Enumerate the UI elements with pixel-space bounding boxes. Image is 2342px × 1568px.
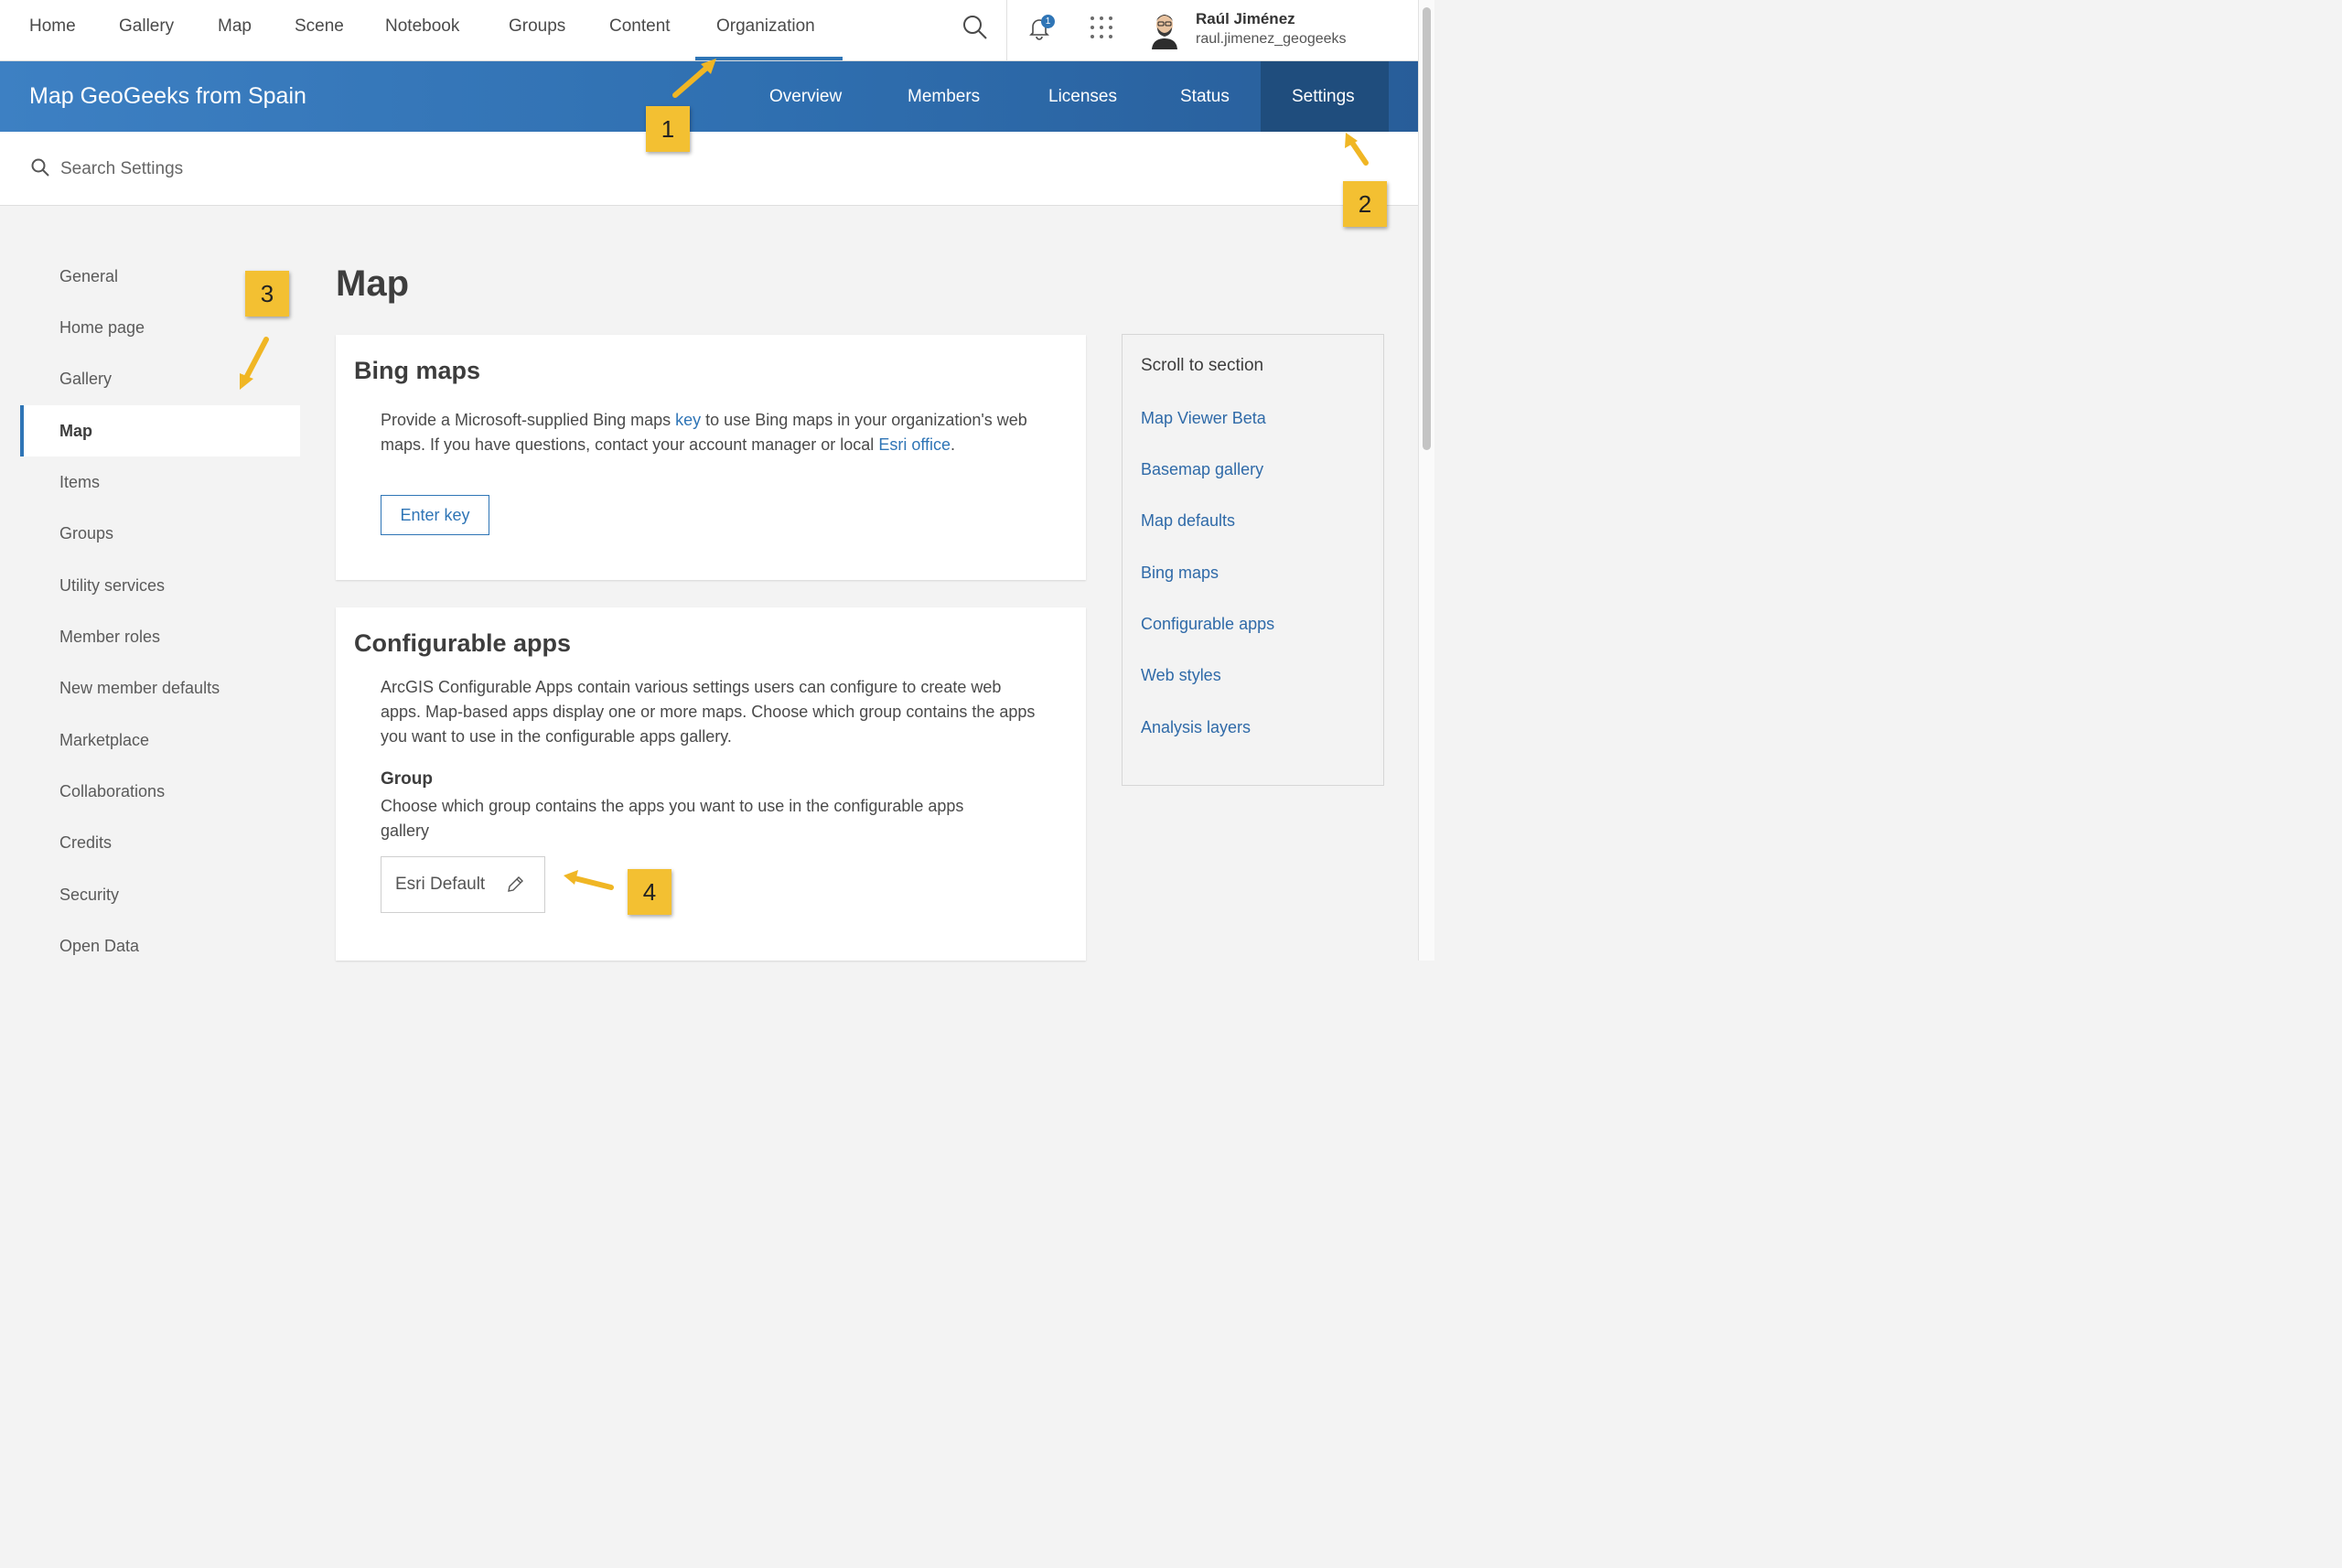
- sidebar-item-member-roles[interactable]: Member roles: [59, 628, 160, 647]
- nav-home[interactable]: Home: [29, 16, 76, 37]
- scroll-to-section-panel: Scroll to section Map Viewer Beta Basema…: [1122, 334, 1384, 786]
- annotation-badge-3: 3: [245, 271, 289, 317]
- sidebar-item-utility-services[interactable]: Utility services: [59, 576, 165, 596]
- configurable-apps-title: Configurable apps: [354, 629, 572, 657]
- bing-maps-card: Bing maps Provide a Microsoft-supplied B…: [336, 335, 1086, 580]
- tab-licenses[interactable]: Licenses: [1048, 87, 1117, 107]
- pencil-icon[interactable]: [505, 875, 525, 895]
- nav-content[interactable]: Content: [609, 16, 671, 37]
- nav-groups[interactable]: Groups: [509, 16, 565, 37]
- sidebar-item-credits[interactable]: Credits: [59, 833, 112, 853]
- sidebar-item-collaborations[interactable]: Collaborations: [59, 782, 165, 801]
- sidebar-item-gallery[interactable]: Gallery: [59, 370, 112, 389]
- sidebar-item-new-member-defaults[interactable]: New member defaults: [59, 679, 220, 698]
- sidebar-item-marketplace[interactable]: Marketplace: [59, 731, 149, 750]
- sidebar-item-security[interactable]: Security: [59, 886, 119, 905]
- nav-gallery[interactable]: Gallery: [119, 16, 174, 37]
- group-label: Group: [381, 769, 433, 789]
- bing-maps-title: Bing maps: [354, 357, 481, 384]
- group-value: Esri Default: [395, 875, 486, 894]
- organization-header: Map GeoGeeks from Spain Overview Members…: [0, 61, 1418, 132]
- avatar[interactable]: [1147, 11, 1182, 49]
- tab-overview[interactable]: Overview: [769, 87, 842, 107]
- search-settings-icon: [31, 158, 49, 177]
- page-scrollbar[interactable]: [1418, 0, 1434, 961]
- enter-key-button[interactable]: Enter key: [381, 495, 489, 535]
- tab-settings[interactable]: Settings: [1292, 87, 1355, 107]
- bing-key-link[interactable]: key: [675, 411, 701, 429]
- bing-text-3: .: [951, 435, 956, 454]
- esri-office-link[interactable]: Esri office: [878, 435, 951, 454]
- search-icon[interactable]: [961, 13, 990, 42]
- annotation-badge-4: 4: [628, 869, 671, 915]
- bing-maps-description: Provide a Microsoft-supplied Bing maps k…: [381, 408, 1039, 457]
- scroll-link-map-defaults[interactable]: Map defaults: [1141, 511, 1235, 531]
- nav-organization[interactable]: Organization: [716, 16, 815, 37]
- configurable-apps-card: Configurable apps ArcGIS Configurable Ap…: [336, 607, 1086, 961]
- group-description: Choose which group contains the apps you…: [381, 797, 964, 840]
- app-launcher-icon[interactable]: [1087, 13, 1116, 42]
- nav-notebook[interactable]: Notebook: [385, 16, 459, 37]
- sidebar-item-general[interactable]: General: [59, 267, 118, 286]
- scroll-link-web-styles[interactable]: Web styles: [1141, 666, 1221, 685]
- tab-members[interactable]: Members: [908, 87, 980, 107]
- annotation-badge-1: 1: [646, 106, 690, 152]
- scroll-to-section-title: Scroll to section: [1141, 356, 1264, 375]
- notification-badge: 1: [1041, 15, 1055, 28]
- search-settings-input[interactable]: [60, 156, 518, 183]
- scroll-link-map-viewer-beta[interactable]: Map Viewer Beta: [1141, 409, 1266, 428]
- settings-search-bar: [0, 132, 1418, 206]
- nav-map[interactable]: Map: [218, 16, 252, 37]
- tab-status[interactable]: Status: [1180, 87, 1230, 107]
- nav-divider: [1006, 0, 1007, 61]
- configurable-apps-description: ArcGIS Configurable Apps contain various…: [381, 678, 1036, 746]
- scroll-link-configurable-apps[interactable]: Configurable apps: [1141, 615, 1274, 634]
- scroll-link-analysis-layers[interactable]: Analysis layers: [1141, 718, 1251, 737]
- annotation-badge-2: 2: [1343, 181, 1387, 227]
- nav-scene[interactable]: Scene: [295, 16, 344, 37]
- group-selector[interactable]: Esri Default: [381, 856, 545, 913]
- sidebar-item-home-page[interactable]: Home page: [59, 318, 145, 338]
- top-navigation: Home Gallery Map Scene Notebook Groups C…: [0, 0, 1418, 61]
- sidebar-item-open-data[interactable]: Open Data: [59, 937, 139, 956]
- nav-active-indicator: [695, 57, 843, 60]
- bing-text-1: Provide a Microsoft-supplied Bing maps: [381, 411, 676, 429]
- user-handle: raul.jimenez_geogeeks: [1196, 31, 1347, 47]
- sidebar-item-items[interactable]: Items: [59, 473, 100, 492]
- scroll-link-basemap-gallery[interactable]: Basemap gallery: [1141, 460, 1263, 479]
- scrollbar-thumb[interactable]: [1423, 7, 1431, 450]
- page-title: Map: [336, 263, 409, 304]
- user-name[interactable]: Raúl Jiménez: [1196, 10, 1295, 28]
- sidebar-item-map[interactable]: Map: [59, 422, 92, 441]
- sidebar-item-groups[interactable]: Groups: [59, 524, 113, 543]
- notifications-button[interactable]: 1: [1025, 13, 1055, 42]
- organization-title: Map GeoGeeks from Spain: [29, 83, 306, 109]
- scroll-link-bing-maps[interactable]: Bing maps: [1141, 564, 1219, 583]
